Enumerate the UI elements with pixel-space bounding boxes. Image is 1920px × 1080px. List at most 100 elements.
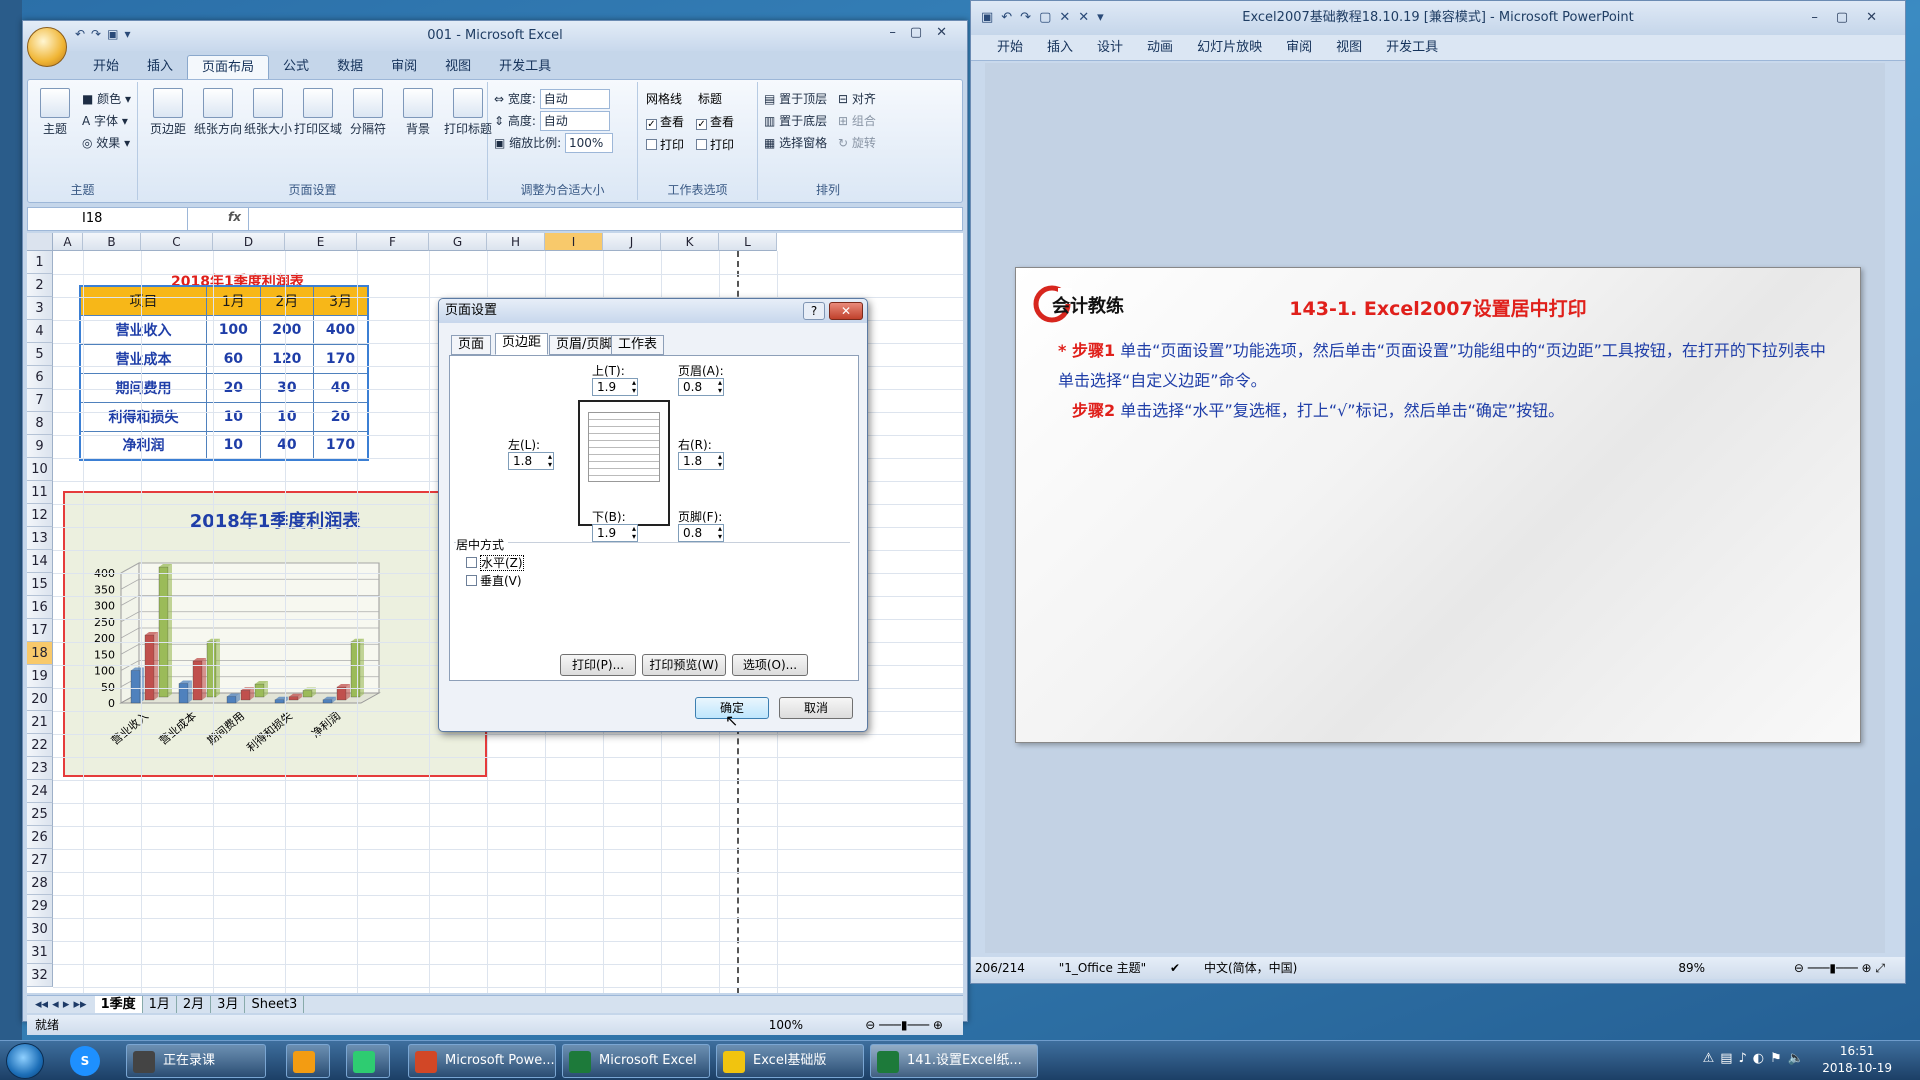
table-cell[interactable]: 60: [206, 343, 261, 374]
spin-arrows-icon[interactable]: ▴ ▾: [548, 453, 552, 469]
print-preview-button[interactable]: 打印预览(W): [642, 654, 726, 676]
row-header[interactable]: 27: [27, 849, 53, 872]
column-header[interactable]: G: [429, 233, 487, 251]
taskbar-item[interactable]: [346, 1044, 390, 1078]
headings-print-checkbox[interactable]: 打印: [696, 136, 734, 153]
taskbar-item[interactable]: 141.设置Excel纸...: [870, 1044, 1038, 1078]
align-button[interactable]: ⊟ 对齐: [838, 88, 876, 110]
ribbon-tab[interactable]: 视图: [431, 55, 485, 79]
top-margin-input[interactable]: 1.9 ▴ ▾: [592, 378, 638, 396]
fonts-button[interactable]: A 字体 ▾: [82, 110, 131, 132]
row-header[interactable]: 4: [27, 320, 53, 343]
ribbon-tab[interactable]: 公式: [269, 55, 323, 79]
effects-button[interactable]: ◎ 效果 ▾: [82, 132, 131, 154]
tab-margins[interactable]: 页边距: [495, 333, 549, 355]
spin-arrows-icon[interactable]: ▴ ▾: [718, 453, 722, 469]
table-header-cell[interactable]: 3月: [313, 285, 369, 316]
spell-check-icon[interactable]: ✔: [1150, 961, 1180, 975]
column-header[interactable]: A: [53, 233, 83, 251]
ribbon-tab[interactable]: 数据: [323, 55, 377, 79]
column-header[interactable]: I: [545, 233, 603, 251]
row-header[interactable]: 6: [27, 366, 53, 389]
row-header[interactable]: 22: [27, 734, 53, 757]
ppt-menu-tab[interactable]: 设计: [1085, 35, 1135, 60]
colors-button[interactable]: ■ 颜色 ▾: [82, 88, 131, 110]
width-control[interactable]: ⇔ 宽度: 自动: [494, 88, 613, 110]
column-header[interactable]: C: [141, 233, 213, 251]
row-header[interactable]: 17: [27, 619, 53, 642]
table-cell[interactable]: 期间费用: [79, 372, 208, 403]
row-header[interactable]: 26: [27, 826, 53, 849]
row-header[interactable]: 3: [27, 297, 53, 320]
tab-page[interactable]: 页面: [451, 335, 492, 355]
spin-arrows-icon[interactable]: ▴ ▾: [632, 379, 636, 395]
system-tray[interactable]: ⚠▤♪◐⚑🔈: [1703, 1051, 1810, 1066]
taskbar-item[interactable]: 正在录课: [126, 1044, 266, 1078]
ribbon-tab[interactable]: 审阅: [377, 55, 431, 79]
row-header[interactable]: 24: [27, 780, 53, 803]
row-header[interactable]: 14: [27, 550, 53, 573]
row-header[interactable]: 28: [27, 872, 53, 895]
theme-button[interactable]: 主题: [32, 88, 78, 137]
print-button[interactable]: 打印(P)...: [560, 654, 636, 676]
table-cell[interactable]: 40: [313, 372, 369, 403]
headings-view-checkbox[interactable]: ✓ 查看: [696, 113, 734, 130]
column-header[interactable]: J: [603, 233, 661, 251]
table-header-cell[interactable]: 1月: [206, 285, 261, 316]
ribbon-tab[interactable]: 插入: [133, 55, 187, 79]
row-header[interactable]: 16: [27, 596, 53, 619]
table-cell[interactable]: 10: [206, 401, 261, 432]
sheet-tab[interactable]: 1季度: [94, 996, 143, 1013]
taskbar-item[interactable]: Microsoft Excel ...: [562, 1044, 710, 1078]
sheet-tab[interactable]: 2月: [177, 996, 212, 1013]
ribbon-tab[interactable]: 页面布局: [187, 55, 270, 79]
selection-pane-button[interactable]: ▦ 选择窗格: [764, 132, 827, 154]
table-cell[interactable]: 30: [259, 372, 315, 403]
page-setup-button[interactable]: 打印区域: [294, 88, 342, 137]
taskbar-item[interactable]: Excel基础版: [716, 1044, 864, 1078]
ppt-menu-tab[interactable]: 动画: [1135, 35, 1185, 60]
dialog-close-button[interactable]: ✕: [829, 302, 863, 320]
row-header[interactable]: 10: [27, 458, 53, 481]
office-button[interactable]: [27, 27, 67, 67]
column-header[interactable]: H: [487, 233, 545, 251]
column-header[interactable]: K: [661, 233, 719, 251]
row-header[interactable]: 1: [27, 251, 53, 274]
row-header[interactable]: 25: [27, 803, 53, 826]
row-header[interactable]: 30: [27, 918, 53, 941]
sheet-tab[interactable]: 1月: [143, 996, 177, 1013]
group-button[interactable]: ⊞ 组合: [838, 110, 876, 132]
rotate-button[interactable]: ↻ 旋转: [838, 132, 876, 154]
clock[interactable]: 16:51 2018-10-19: [1822, 1043, 1892, 1077]
table-cell[interactable]: 营业成本: [79, 343, 208, 374]
page-setup-button[interactable]: 页边距: [144, 88, 192, 137]
right-margin-input[interactable]: 1.8 ▴ ▾: [678, 452, 724, 470]
ppt-zoom-level[interactable]: 89%: [1678, 957, 1705, 979]
row-header[interactable]: 7: [27, 389, 53, 412]
cancel-button[interactable]: 取消: [779, 697, 853, 719]
table-header-cell[interactable]: 项目: [79, 285, 208, 316]
header-margin-input[interactable]: 0.8 ▴ ▾: [678, 378, 724, 396]
column-header[interactable]: D: [213, 233, 285, 251]
column-header[interactable]: F: [357, 233, 429, 251]
page-setup-button[interactable]: 纸张方向: [194, 88, 242, 137]
table-cell[interactable]: 20: [206, 372, 261, 403]
fx-icon[interactable]: fx: [228, 210, 241, 224]
table-header-cell[interactable]: 2月: [259, 285, 315, 316]
ribbon-tab[interactable]: 开始: [79, 55, 133, 79]
height-control[interactable]: ⇕ 高度: 自动: [494, 110, 613, 132]
ppt-menu-tab[interactable]: 幻灯片放映: [1185, 35, 1274, 60]
scale-control[interactable]: ▣ 缩放比例: 100%: [494, 132, 614, 154]
ppt-menu-tab[interactable]: 视图: [1324, 35, 1374, 60]
row-header[interactable]: 11: [27, 481, 53, 504]
row-header[interactable]: 21: [27, 711, 53, 734]
row-header[interactable]: 20: [27, 688, 53, 711]
column-header[interactable]: L: [719, 233, 777, 251]
table-cell[interactable]: 20: [313, 401, 369, 432]
excel-window-controls[interactable]: –▢✕: [889, 25, 961, 40]
left-margin-input[interactable]: 1.8 ▴ ▾: [508, 452, 554, 470]
dialog-help-button[interactable]: ?: [803, 302, 825, 320]
row-header[interactable]: 29: [27, 895, 53, 918]
row-header[interactable]: 15: [27, 573, 53, 596]
ppt-menu-tab[interactable]: 审阅: [1274, 35, 1324, 60]
